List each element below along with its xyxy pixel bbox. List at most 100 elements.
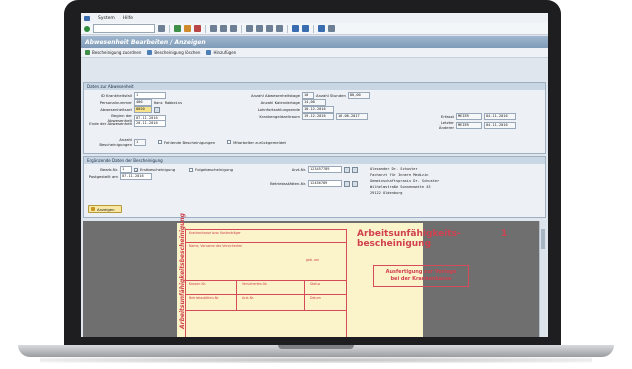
arzt-address: Alexander Dr. Schuster Facharzt für Inne… xyxy=(370,166,439,196)
system-toolbar xyxy=(81,23,548,35)
geb-am-label: geb. am xyxy=(306,258,320,262)
betrieb-field[interactable]: 12456789 xyxy=(308,180,342,187)
datum-label: Datum xyxy=(310,296,321,300)
find-icon[interactable] xyxy=(220,25,227,32)
betriebsstaetten-nr-label: Betriebsstätten-Nr. xyxy=(189,296,220,300)
betrieb-lookup-icon[interactable] xyxy=(344,180,350,187)
lohnfortzahlung-label: Lohnfortzahlungsende xyxy=(257,107,300,112)
folgebescheinigung-checkbox[interactable] xyxy=(189,167,194,172)
find-next-icon[interactable] xyxy=(230,25,237,32)
copy-notice-line-1: Ausfertigung zur Vorlage xyxy=(385,269,457,275)
vertical-scrollbar[interactable] xyxy=(539,221,546,337)
save-icon[interactable] xyxy=(158,25,165,32)
enter-icon[interactable] xyxy=(84,25,90,32)
row-arzt: Arzt-Nr. 123457789 xyxy=(278,166,358,173)
krankengeld-to-field[interactable]: 16.06.2017 xyxy=(336,113,368,120)
add-button[interactable]: Hinzufügen xyxy=(206,50,236,55)
lohnfortzahlung-field[interactable]: 18.12.2016 xyxy=(302,106,334,113)
display-icon xyxy=(91,207,95,211)
abwesenheitsart-field[interactable]: 0020 xyxy=(134,106,152,113)
new-session-icon[interactable] xyxy=(292,25,299,32)
document-preview: Arbeitsunfähigkeitsbescheinigung Kranken… xyxy=(83,213,546,337)
layout-icon[interactable] xyxy=(328,25,335,32)
kalendertage-field[interactable]: 14,00 xyxy=(302,99,326,106)
row-personalnummer: Personalnummer 400 Hans Rabbeins xyxy=(88,99,182,106)
arzt-field[interactable]: 123457789 xyxy=(308,166,342,173)
status-label: Status xyxy=(310,282,321,286)
certificate-title: Arbeitsunfähigkeits- bescheinigung xyxy=(357,229,461,249)
certificate-number: 1 xyxy=(501,229,508,239)
laptop-base xyxy=(18,345,614,357)
delete-icon xyxy=(147,50,153,55)
fehlende-checkbox[interactable] xyxy=(158,140,162,144)
form-line xyxy=(186,310,346,311)
help-icon[interactable] xyxy=(318,25,325,32)
ende-label: Ende der Abwesenheit xyxy=(89,121,132,126)
betrieb-details-icon[interactable] xyxy=(352,180,358,187)
row-abwesenheitsart: Abwesenheitsart 0020 xyxy=(88,106,160,113)
toolbar-separator xyxy=(313,24,314,33)
last-page-icon[interactable] xyxy=(276,25,283,32)
assign-icon xyxy=(85,50,90,55)
mitarbeiter-checkbox[interactable] xyxy=(227,140,232,144)
mitarbeiter-label: Mitarbeiter zurückgemeldet xyxy=(233,139,286,145)
exit-icon[interactable] xyxy=(184,25,191,32)
ende-field[interactable]: 20.11.2016 xyxy=(134,120,166,127)
erfasst-label: Erfasst xyxy=(440,114,454,119)
form-left-block: Krankenkasse bzw. Kostenträger Name, Vor… xyxy=(185,229,347,337)
anzahl-tage-field[interactable]: 10 xyxy=(302,92,314,99)
erstbescheinigung-checkbox[interactable] xyxy=(134,167,138,172)
absence-data-group: Daten zur Abwesenheit ID Krankheitsfall … xyxy=(83,82,546,154)
personalnummer-field[interactable]: 400 xyxy=(134,99,152,106)
row-lohnfortzahlung: Lohnfortzahlungsende 18.12.2016 xyxy=(246,106,334,113)
assign-certificate-button[interactable]: Bescheinigung zuordnen xyxy=(85,50,141,55)
arzt-nr-label: Arzt-Nr. xyxy=(242,296,254,300)
copy-notice-box: Ausfertigung zur Vorlage bei der Kranken… xyxy=(373,265,469,287)
delete-certificate-button[interactable]: Bescheinigung löschen xyxy=(147,50,200,55)
menu-bar: System Hilfe xyxy=(81,13,548,23)
menu-system[interactable]: System xyxy=(98,16,115,21)
employee-name: Hans Rabbeins xyxy=(154,100,183,105)
id-krankheitsfall-field[interactable]: 1 xyxy=(134,92,166,99)
certificate-data-group-title: Ergänzende Daten der Bescheinigung xyxy=(84,157,545,164)
value-help-icon[interactable] xyxy=(154,106,160,113)
erfasst-date-field[interactable]: 04.11.2016 xyxy=(484,113,516,120)
krankengeld-from-field[interactable]: 19.12.2016 xyxy=(302,113,334,120)
au-certificate-form: Arbeitsunfähigkeitsbescheinigung Kranken… xyxy=(177,213,507,337)
menu-hilfe[interactable]: Hilfe xyxy=(123,16,133,21)
form-line xyxy=(186,294,346,295)
first-page-icon[interactable] xyxy=(246,25,253,32)
anzahl-tage-label: Anzahl Abwesenheitstage xyxy=(251,93,300,98)
letzter-aenderer-user-field[interactable]: MEIER xyxy=(456,121,482,129)
prev-page-icon[interactable] xyxy=(256,25,263,32)
erfasst-user-field[interactable]: MEIER xyxy=(456,113,482,120)
postgestellt-field[interactable]: 07.11.2016 xyxy=(120,173,152,180)
row-anzahl-bescheinigungen: Anzahl Bescheinigungen 1 Fehlende Besche… xyxy=(88,137,286,147)
row-betrieb: Betriebsstätten-Nr. 12456789 xyxy=(244,180,358,187)
anzahl-stunden-field[interactable]: 80,00 xyxy=(347,92,370,99)
application-toolbar: Bescheinigung zuordnen Bescheinigung lös… xyxy=(81,48,548,58)
print-icon[interactable] xyxy=(210,25,217,32)
cancel-icon[interactable] xyxy=(194,25,201,32)
folgebescheinigung-label: Folgebescheinigung xyxy=(195,167,234,172)
anzahl-bescheinigungen-field[interactable]: 1 xyxy=(134,138,146,146)
anzeigen-label: Anzeigen xyxy=(97,206,115,212)
back-icon[interactable] xyxy=(174,25,181,32)
letzter-aenderer-label: Letzter Änderer xyxy=(438,120,454,130)
abwesenheitsart-label: Abwesenheitsart xyxy=(100,107,132,112)
arzt-lookup-icon[interactable] xyxy=(344,166,350,173)
toolbar-separator xyxy=(287,24,288,33)
postgestellt-label: Postgestellt am xyxy=(88,174,118,179)
fehlende-label: Fehlende Bescheinigungen xyxy=(164,139,216,145)
bearb-field[interactable]: 1 xyxy=(120,166,132,173)
shortcut-icon[interactable] xyxy=(302,25,309,32)
letzter-aenderer-date-field[interactable]: 04.11.2016 xyxy=(484,121,516,129)
row-kalendertage: Anzahl Kalendertage 14,00 xyxy=(246,99,326,106)
certificate-data-group: Ergänzende Daten der Bescheinigung Bearb… xyxy=(83,156,546,218)
command-field[interactable] xyxy=(93,24,155,33)
row-id-krankheitsfall: ID Krankheitsfall 1 xyxy=(88,92,166,99)
arzt-details-icon[interactable] xyxy=(352,166,358,173)
toolbar-separator xyxy=(241,24,242,33)
anzeigen-button[interactable]: Anzeigen xyxy=(88,205,122,213)
next-page-icon[interactable] xyxy=(266,25,273,32)
